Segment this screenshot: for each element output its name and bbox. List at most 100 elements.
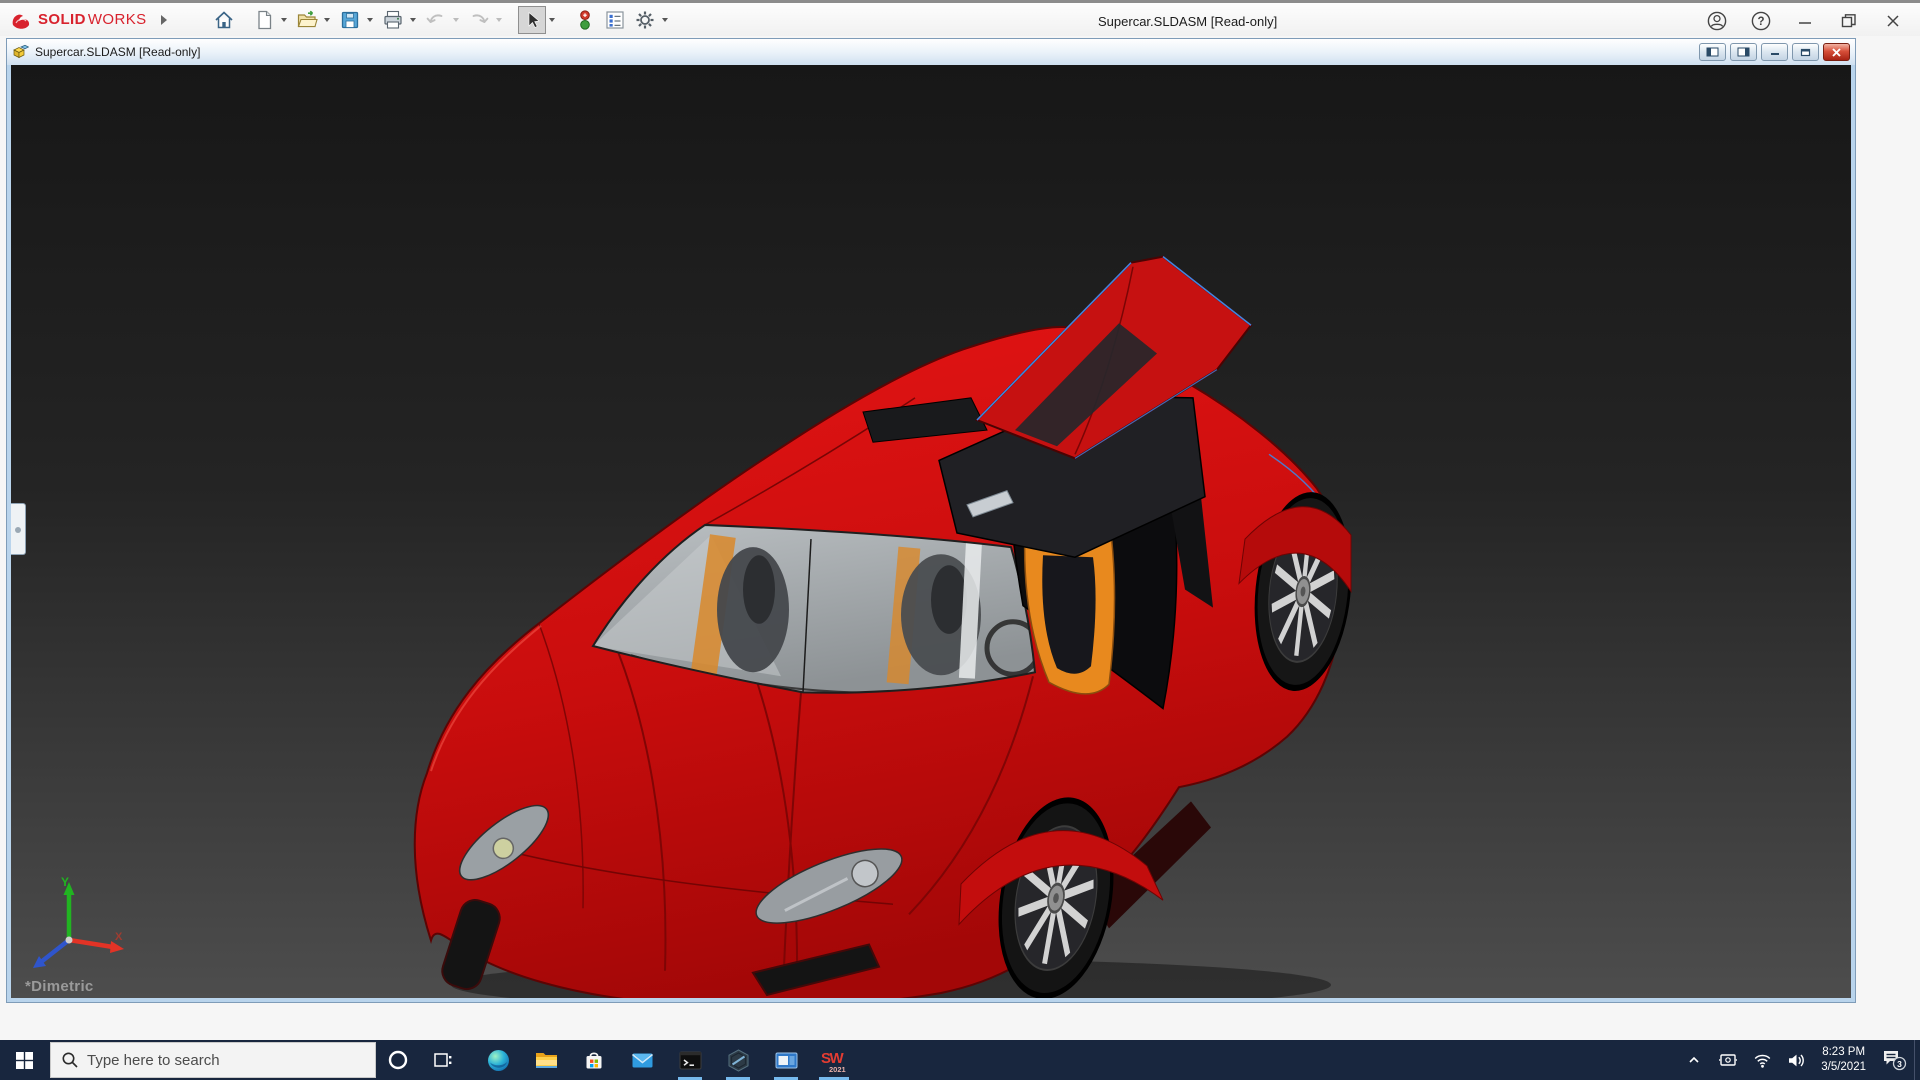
cortana-icon <box>387 1049 409 1071</box>
y-axis-label: Y <box>61 875 69 889</box>
menu-expand-arrow-icon[interactable] <box>161 15 172 25</box>
desktop: SOLIDWORKS <box>0 0 1920 1080</box>
taskbar-app-solidworks[interactable]: SW 2021 <box>810 1040 858 1080</box>
terminal-icon <box>678 1048 703 1073</box>
print-icon <box>382 9 404 31</box>
taskbar-search[interactable] <box>50 1042 376 1078</box>
gear-icon <box>634 9 656 31</box>
notification-center-button[interactable]: 3 <box>1874 1040 1914 1080</box>
options-dropdown[interactable] <box>662 18 668 25</box>
taskbar-app-store[interactable] <box>570 1040 618 1080</box>
select-tool-button[interactable] <box>518 6 546 34</box>
select-tool-dropdown[interactable] <box>549 18 555 25</box>
taskbar-app-visualize[interactable] <box>714 1040 762 1080</box>
new-document-button[interactable] <box>250 6 278 34</box>
display-icon <box>1718 1052 1738 1069</box>
open-button[interactable] <box>293 6 321 34</box>
save-button[interactable] <box>336 6 364 34</box>
volume-icon <box>1787 1052 1806 1069</box>
search-input[interactable] <box>87 1052 337 1069</box>
document-window-controls <box>1699 43 1850 61</box>
undo-icon <box>425 9 447 31</box>
redo-dropdown[interactable] <box>496 18 502 25</box>
show-left-pane-button[interactable] <box>1699 43 1726 61</box>
document-titlebar[interactable]: Supercar.SLDASM [Read-only] <box>7 39 1855 65</box>
rebuild-traffic-light-icon <box>574 9 596 31</box>
taskbar-app-mail[interactable] <box>618 1040 666 1080</box>
close-button[interactable] <box>1876 6 1910 36</box>
orientation-triad: Y X <box>27 874 127 974</box>
taskbar-apps: SW 2021 <box>474 1040 858 1080</box>
taskbar-app-terminal[interactable] <box>666 1040 714 1080</box>
document-restore-icon <box>1800 48 1811 57</box>
help-button[interactable]: ? <box>1744 6 1778 36</box>
chevron-up-icon <box>1686 1052 1702 1068</box>
show-right-pane-button[interactable] <box>1730 43 1757 61</box>
document-minimize-icon <box>1770 48 1780 56</box>
x-axis-label: X <box>115 931 123 943</box>
wifi-icon <box>1753 1052 1772 1069</box>
edge-icon <box>486 1048 511 1073</box>
save-dropdown[interactable] <box>367 18 373 25</box>
app-title: Supercar.SLDASM [Read-only] <box>1098 3 1277 39</box>
quick-access-toolbar <box>210 6 672 34</box>
taskbar-clock[interactable]: 8:23 PM 3/5/2021 <box>1813 1045 1874 1075</box>
restore-button[interactable] <box>1832 6 1866 36</box>
viewport-3d-model[interactable] <box>11 65 1851 998</box>
document-close-button[interactable] <box>1823 43 1850 61</box>
svg-text:?: ? <box>1757 16 1764 28</box>
show-desktop-button[interactable] <box>1914 1040 1920 1080</box>
wifi-tray-icon[interactable] <box>1745 1040 1779 1080</box>
document-restore-button[interactable] <box>1792 43 1819 61</box>
system-tray: 8:23 PM 3/5/2021 3 <box>1677 1040 1920 1080</box>
select-cursor-icon <box>521 9 543 31</box>
taskbar-app-edge[interactable] <box>474 1040 522 1080</box>
start-button[interactable] <box>0 1040 48 1080</box>
undo-button[interactable] <box>422 6 450 34</box>
print-button[interactable] <box>379 6 407 34</box>
file-explorer-icon <box>534 1048 559 1073</box>
restore-icon <box>1841 13 1857 29</box>
clock-date: 3/5/2021 <box>1821 1060 1866 1075</box>
volume-tray-icon[interactable] <box>1779 1040 1813 1080</box>
logo-text-works: WORKS <box>88 11 147 28</box>
new-document-dropdown[interactable] <box>281 18 287 25</box>
account-icon <box>1706 10 1728 32</box>
file-properties-button[interactable] <box>601 6 629 34</box>
notification-icon: 3 <box>1881 1049 1907 1071</box>
hexagon-app-icon <box>726 1048 751 1073</box>
minimize-icon <box>1798 14 1812 28</box>
assembly-icon <box>12 44 29 60</box>
solidworks-logo: SOLIDWORKS <box>0 9 153 31</box>
notification-badge: 3 <box>1897 1059 1902 1069</box>
account-button[interactable] <box>1700 6 1734 36</box>
minimize-button[interactable] <box>1788 6 1822 36</box>
remote-display-tray-icon[interactable] <box>1711 1040 1745 1080</box>
taskbar-app-media[interactable] <box>762 1040 810 1080</box>
solidworks-logo-icon <box>10 9 36 31</box>
right-pane-icon <box>1737 47 1750 57</box>
redo-button[interactable] <box>465 6 493 34</box>
home-button[interactable] <box>210 6 238 34</box>
new-document-icon <box>253 9 275 31</box>
tray-expand-button[interactable] <box>1677 1040 1711 1080</box>
options-button[interactable] <box>631 6 659 34</box>
mail-icon <box>630 1048 655 1073</box>
print-dropdown[interactable] <box>410 18 416 25</box>
collapsed-panel-tab[interactable] <box>11 503 26 555</box>
rebuild-button[interactable] <box>571 6 599 34</box>
cortana-button[interactable] <box>376 1040 420 1080</box>
left-pane-icon <box>1706 47 1719 57</box>
document-minimize-button[interactable] <box>1761 43 1788 61</box>
graphics-viewport[interactable]: Y X *Dimetric <box>11 65 1851 998</box>
clock-time: 8:23 PM <box>1821 1045 1866 1060</box>
logo-text-solid: SOLID <box>38 11 86 28</box>
close-icon <box>1886 14 1900 28</box>
document-close-icon <box>1831 48 1842 57</box>
task-view-button[interactable] <box>420 1040 464 1080</box>
taskbar-app-file-explorer[interactable] <box>522 1040 570 1080</box>
view-orientation-label: *Dimetric <box>25 978 94 995</box>
search-icon <box>61 1051 79 1069</box>
undo-dropdown[interactable] <box>453 18 459 25</box>
open-dropdown[interactable] <box>324 18 330 25</box>
